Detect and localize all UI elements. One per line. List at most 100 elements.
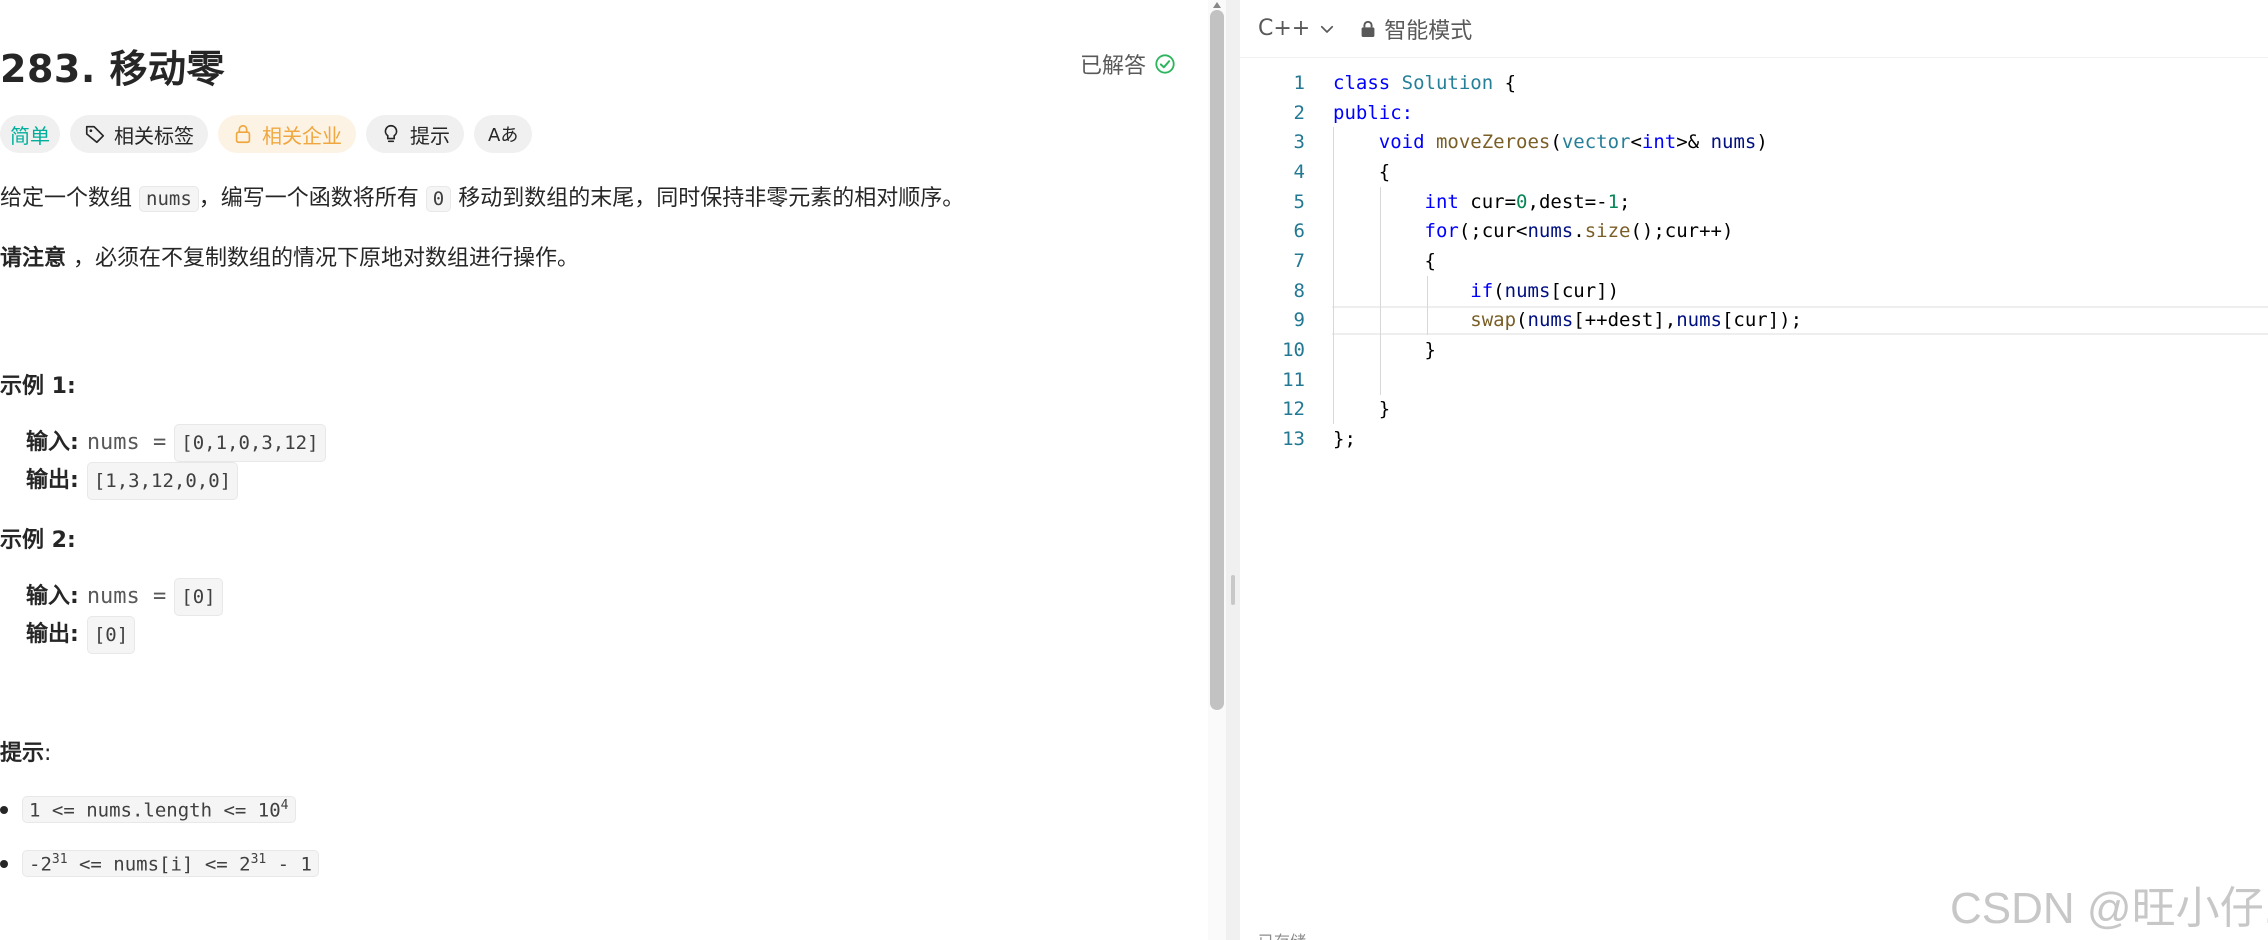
language-selector[interactable]: C++ [1258,16,1336,41]
code-content[interactable]: public: [1333,102,1413,124]
desc-text: 给定一个数组 [0,186,133,211]
inline-code: 0 [425,186,452,212]
save-status: 已存储 [1258,928,1306,940]
code-content[interactable]: }; [1333,428,1356,450]
solved-status: 已解答 [1080,48,1176,80]
language-label: C++ [1258,16,1311,41]
watermark: CSDN @旺小仔. [1950,884,2268,933]
desc-text: ，编写一个函数将所有 [198,186,419,211]
example-2-heading: 示例 2: [0,528,76,553]
related-tags-button[interactable]: 相关标签 [70,115,208,153]
line-number: 12 [1282,398,1305,421]
code-line[interactable]: 2 public: [1240,98,2268,128]
hints-button[interactable]: 提示 [366,115,464,153]
line-number: 4 [1293,160,1305,183]
related-companies-button[interactable]: 相关企业 [218,115,356,153]
inline-code: nums [139,186,199,212]
bullet-dot [0,805,8,814]
line-number: 10 [1282,339,1305,362]
scrollbar-thumb[interactable] [1210,2,1224,710]
input-var: nums = [86,430,167,455]
chevron-down-icon [1321,25,1334,33]
related-companies-label: 相关企业 [262,123,342,148]
solved-label: 已解答 [1080,54,1147,79]
code-line[interactable]: 7 { [1240,246,2268,276]
line-number: 7 [1293,249,1305,272]
code-content[interactable]: swap(nums[++dest],nums[cur]); [1333,309,1802,331]
line-number: 9 [1293,309,1305,332]
tag-icon [85,125,105,144]
line-number: 11 [1282,368,1305,391]
line-number: 8 [1293,279,1305,302]
problem-tags: 简单 相关标签 相关企业 提示 Aあ [0,115,533,153]
code-content[interactable]: { [1333,161,1390,183]
input-value: [0] [174,578,223,616]
code-line[interactable]: 10 } [1240,335,2268,365]
description-paragraph-2: 请注意 ，必须在不复制数组的情况下原地对数组进行操作。 [0,243,579,275]
code-content[interactable]: void moveZeroes(vector<int>& nums) [1333,131,1768,153]
input-var: nums = [86,584,167,609]
code-content[interactable]: { [1333,250,1436,272]
example-2-block: 输入: nums = [0] 输出: [0] [26,578,223,654]
output-value: [1,3,12,0,0] [86,462,239,500]
output-value: [0] [86,616,136,654]
code-line[interactable]: 12 } [1240,394,2268,425]
line-number: 2 [1293,101,1305,124]
code-line[interactable]: 4 { [1240,157,2268,187]
input-value: [0,1,0,3,12] [174,424,326,462]
desc-text: ，必须在不复制数组的情况下原地对数组进行操作。 [73,246,580,271]
desc-text: 移动到数组的末尾，同时保持非零元素的相对顺序。 [458,186,965,211]
problem-title: 283. 移动零 [0,47,225,91]
panel-resize-handle[interactable] [1226,0,1240,940]
code-line[interactable]: 5 int cur=0,dest=-1; [1240,186,2268,217]
code-content[interactable]: class Solution { [1333,72,1516,94]
code-line-active[interactable]: 9 swap(nums[++dest],nums[cur]); [1240,305,2268,336]
translate-button[interactable]: Aあ [474,115,533,153]
example-1-heading: 示例 1: [0,374,76,399]
code-line[interactable]: 13 }; [1240,424,2268,454]
related-tags-label: 相关标签 [114,123,194,148]
lightbulb-icon [384,124,398,143]
constraints-heading: 提示: [0,735,51,767]
example-1-block: 输入: nums = [0,1,0,3,12] 输出: [1,3,12,0,0] [26,424,326,500]
bullet-dot [0,859,8,868]
code-line[interactable]: 3 void moveZeroes(vector<int>& nums) [1240,127,2268,158]
translate-icon: Aあ [488,125,519,146]
lock-icon [235,124,251,144]
constraints-heading-text: 提示 [0,741,45,766]
output-label: 输出: [26,622,79,647]
description-paragraph-1: 给定一个数组 nums ，编写一个函数将所有 0 移动到数组的末尾，同时保持非零元… [0,183,964,215]
code-line[interactable]: 6 for(;cur<nums.size();cur++) [1240,216,2268,247]
code-editor-panel: C++ 智能模式 1 class Solution { 2 public: 3 … [1240,0,2268,940]
constraint-item: -231 <= nums[i] <= 231 - 1 [0,850,319,878]
mode-label: 智能模式 [1384,18,1473,44]
difficulty-badge[interactable]: 简单 [0,115,60,153]
resize-grip[interactable] [1231,575,1235,605]
note-bold: 请注意 [0,246,67,271]
code-area[interactable]: 1 class Solution { 2 public: 3 void move… [1240,68,2268,454]
code-line[interactable]: 1 class Solution { [1240,68,2268,98]
constraints-heading-colon: : [44,741,52,766]
constraint-code: 1 <= nums.length <= 104 [22,796,296,824]
line-number: 5 [1293,190,1305,213]
line-number: 13 [1282,428,1305,451]
code-line[interactable]: 11 [1240,364,2268,395]
problem-panel: 283. 移动零 已解答 简单 相关标签 相关企业 提示 Aあ 给定一个数组 n… [0,0,1208,940]
code-content[interactable]: } [1333,339,1436,361]
input-label: 输入: [26,584,79,609]
code-line[interactable]: 8 if(nums[cur]) [1240,275,2268,306]
line-number: 6 [1293,220,1305,243]
lock-icon [1361,20,1375,37]
editor-toolbar: C++ 智能模式 [1240,0,2268,58]
code-content[interactable]: } [1333,398,1390,420]
line-number: 3 [1293,131,1305,154]
line-number: 1 [1293,71,1305,94]
input-label: 输入: [26,430,79,455]
code-content[interactable]: if(nums[cur]) [1333,280,1619,302]
output-label: 输出: [26,468,79,493]
code-content[interactable]: int cur=0,dest=-1; [1333,191,1631,213]
smart-mode-toggle[interactable]: 智能模式 [1360,13,1472,45]
constraint-item: 1 <= nums.length <= 104 [0,796,296,824]
check-circle-icon [1155,54,1175,74]
code-content[interactable]: for(;cur<nums.size();cur++) [1333,220,1734,242]
